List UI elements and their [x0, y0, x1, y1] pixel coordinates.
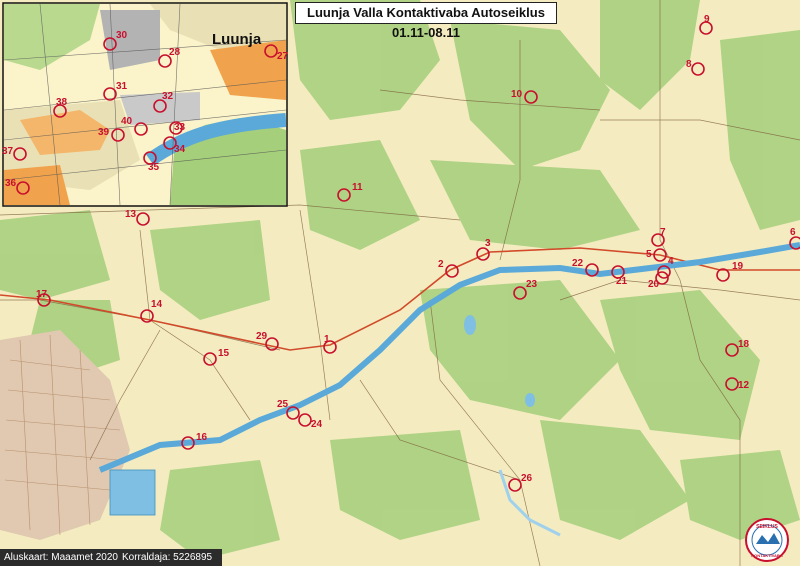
checkpoint-label-9: 9: [704, 14, 710, 25]
checkpoint-label-11: 11: [352, 182, 363, 193]
basemap-credit: Aluskaart: Maaamet 2020: [4, 552, 118, 563]
checkpoint-label-14: 14: [151, 299, 163, 310]
checkpoint-label-27: 27: [277, 51, 289, 62]
checkpoint-label-38: 38: [56, 97, 68, 108]
badge-text-top: SEIKLUS: [756, 524, 778, 530]
badge-text-bottom: KONTAKTIVABA: [751, 553, 783, 558]
checkpoint-label-29: 29: [256, 331, 268, 342]
adventure-badge: SEIKLUS KONTAKTIVABA: [745, 518, 789, 562]
checkpoint-label-17: 17: [36, 289, 48, 300]
checkpoint-label-35: 35: [148, 162, 160, 173]
inset-place-name: Luunja: [212, 31, 262, 48]
map-canvas: Luunja 123456789101112131415161718192021…: [0, 0, 800, 566]
checkpoint-label-10: 10: [511, 89, 523, 100]
map-stage: Luunja 1 2 3 4 5 6 7 8 9 10 11 12 13 14 15 16 17 18 19 20 21…: [0, 0, 800, 566]
checkpoint-label-24: 24: [311, 419, 323, 430]
checkpoint-label-21: 21: [616, 276, 628, 287]
checkpoint-label-34: 34: [174, 144, 186, 155]
checkpoint-label-4: 4: [668, 256, 674, 267]
checkpoint-label-31: 31: [116, 81, 128, 92]
footer-bar: Aluskaart: Maaamet 2020 Korraldaja: 5226…: [0, 549, 222, 566]
checkpoint-label-16: 16: [196, 432, 208, 443]
checkpoint-label-6: 6: [790, 227, 796, 238]
checkpoint-label-36: 36: [5, 178, 17, 189]
checkpoint-label-15: 15: [218, 348, 230, 359]
checkpoint-label-23: 23: [526, 279, 538, 290]
checkpoint-label-12: 12: [738, 380, 750, 391]
checkpoint-label-3: 3: [485, 238, 491, 249]
checkpoint-label-37: 37: [2, 146, 14, 157]
checkpoint-label-13: 13: [125, 209, 137, 220]
checkpoint-label-22: 22: [572, 258, 584, 269]
checkpoint-label-40: 40: [121, 116, 133, 127]
checkpoint-label-5: 5: [646, 249, 652, 260]
checkpoint-label-33: 33: [174, 122, 186, 133]
checkpoint-label-19: 19: [732, 261, 744, 272]
checkpoint-label-18: 18: [738, 339, 750, 350]
map-title: Luunja Valla Kontaktivaba Autoseiklus 01…: [295, 2, 557, 40]
checkpoint-label-32: 32: [162, 91, 174, 102]
lake: [525, 393, 535, 407]
checkpoint-label-39: 39: [98, 127, 110, 138]
checkpoint-label-2: 2: [438, 259, 444, 270]
checkpoint-label-20: 20: [648, 279, 660, 290]
checkpoint-label-7: 7: [660, 227, 666, 238]
organizer-contact: Korraldaja: 5226895: [122, 552, 213, 563]
checkpoint-label-25: 25: [277, 399, 289, 410]
checkpoint-label-1: 1: [324, 334, 330, 345]
checkpoint-label-26: 26: [521, 473, 533, 484]
checkpoint-label-30: 30: [116, 30, 128, 41]
checkpoint-label-28: 28: [169, 47, 181, 58]
checkpoint-label-8: 8: [686, 59, 692, 70]
inset-map: Luunja: [2, 2, 288, 207]
lake: [464, 315, 476, 335]
